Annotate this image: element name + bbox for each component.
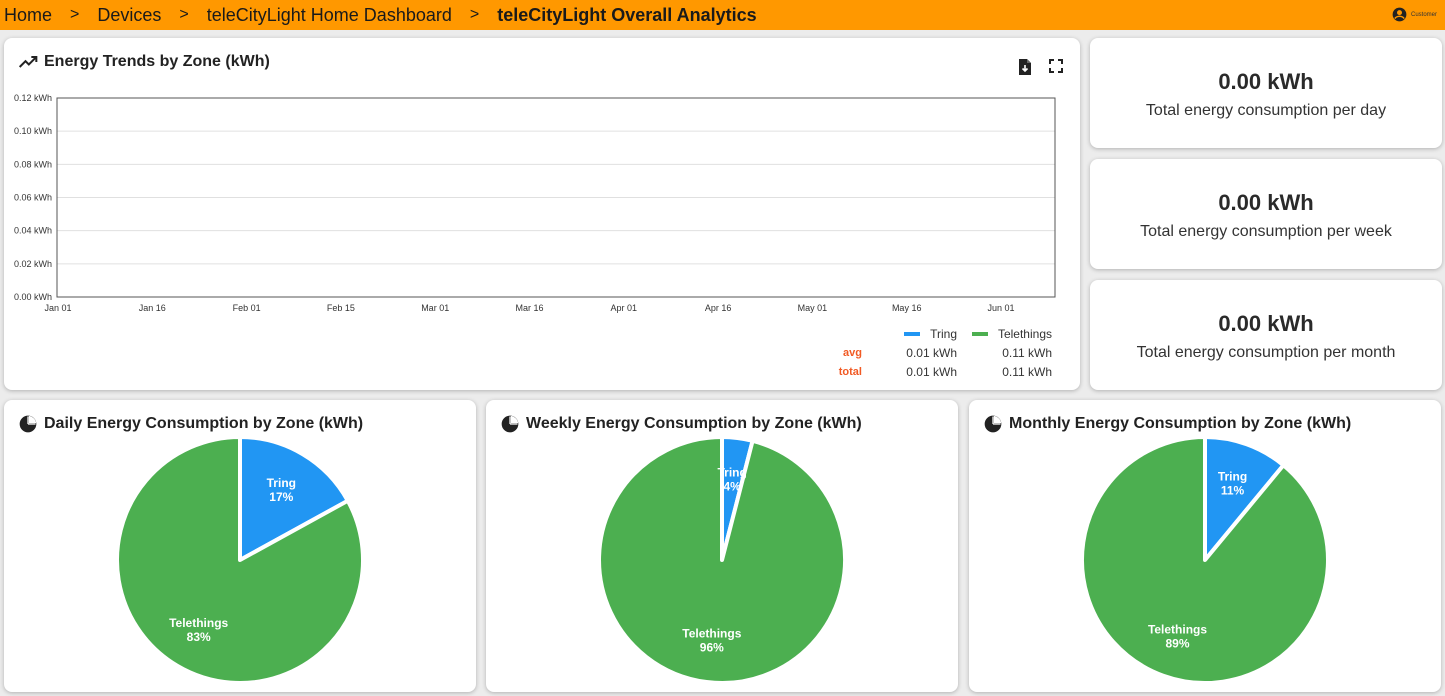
legend-item-telethings[interactable]: Telethings (957, 327, 1052, 341)
pie-label-percent: 4% (724, 479, 742, 493)
legend-item-tring[interactable]: Tring (862, 327, 957, 341)
y-tick-label: 0.04 kWh (14, 226, 52, 236)
legend-label-telethings: Telethings (997, 326, 1052, 341)
user-menu[interactable]: Customer (1392, 7, 1437, 22)
x-tick-label: Mar 01 (421, 303, 449, 313)
chart-legend: Tring Telethings avg 0.01 kWh 0.11 kWh t… (822, 324, 1052, 381)
x-tick-label: Jan 16 (139, 303, 166, 313)
pie-label-percent: 89% (1165, 636, 1189, 650)
pie-label-name: Telethings (169, 616, 228, 630)
stat-label-month: Total energy consumption per month (1136, 344, 1396, 361)
weekly-pie-chart: Tring4% Telethings96% (597, 434, 847, 685)
weekly-pie-card: Weekly Energy Consumption by Zone (kWh) … (486, 400, 958, 692)
x-tick-label: Jan 01 (44, 303, 71, 313)
stat-card-day: 0.00 kWh Total energy consumption per da… (1090, 38, 1442, 148)
pie-label-name: Telethings (682, 627, 741, 641)
legend-key-total: total (838, 365, 862, 378)
pie-label-percent: 83% (187, 630, 211, 644)
stat-value-day: 0.00 kWh (1218, 69, 1314, 94)
monthly-pie-chart: Tring11% Telethings89% (1079, 435, 1330, 685)
breadcrumb-devices[interactable]: Devices (93, 5, 161, 26)
daily-pie-chart: Tring17% Telethings83% (115, 435, 365, 685)
legend-total-row: total 0.01 kWh 0.11 kWh (822, 362, 1052, 381)
stat-value-month: 0.00 kWh (1218, 311, 1314, 336)
legend-swatch-tring (904, 332, 921, 337)
x-tick-label: Apr 16 (705, 303, 732, 313)
breadcrumb: Home > Devices > teleCityLight Home Dash… (0, 5, 757, 26)
legend-avg-tring: 0.01 kWh (906, 345, 957, 360)
breadcrumb-separator: > (179, 6, 189, 23)
pie-label-percent: 96% (700, 641, 724, 655)
y-tick-label: 0.08 kWh (14, 159, 52, 169)
breadcrumb-separator: > (469, 6, 480, 23)
y-tick-label: 0.12 kWh (14, 93, 52, 103)
x-tick-label: Feb 15 (327, 303, 355, 313)
breadcrumb-current: teleCityLight Overall Analytics (497, 4, 757, 25)
x-tick-label: May 01 (798, 303, 828, 313)
legend-key-avg: avg (843, 346, 862, 359)
x-tick-label: Jun 01 (987, 303, 1014, 313)
pie-label-name: Tring (1218, 470, 1247, 484)
legend-swatch-telethings (971, 332, 988, 337)
legend-avg-telethings: 0.11 kWh (1002, 345, 1052, 360)
daily-pie-card: Daily Energy Consumption by Zone (kWh) T… (4, 400, 476, 692)
legend-label-tring: Tring (930, 326, 957, 341)
breadcrumb-home[interactable]: Home (0, 5, 52, 26)
pie-label-percent: 11% (1221, 484, 1245, 498)
user-label: Customer (1410, 11, 1437, 18)
x-tick-label: Feb 01 (233, 303, 261, 313)
legend-header-row: Tring Telethings (822, 324, 1052, 343)
energy-trends-card: Energy Trends by Zone (kWh) 0.00 kWh 0.02… (4, 38, 1080, 390)
pie-label-name: Tring (718, 465, 747, 479)
y-tick-label: 0.06 kWh (14, 193, 52, 203)
pie-label-name: Tring (267, 476, 296, 490)
stat-value-week: 0.00 kWh (1218, 190, 1314, 215)
legend-total-telethings: 0.11 kWh (1002, 364, 1052, 379)
x-tick-label: Apr 01 (611, 303, 638, 313)
stat-label-day: Total energy consumption per day (1145, 102, 1387, 119)
monthly-pie-card: Monthly Energy Consumption by Zone (kWh)… (969, 400, 1441, 692)
top-bar: Home > Devices > teleCityLight Home Dash… (0, 0, 1445, 30)
breadcrumb-home-dashboard[interactable]: teleCityLight Home Dashboard (203, 5, 452, 26)
x-tick-label: May 16 (892, 303, 922, 313)
legend-avg-row: avg 0.01 kWh 0.11 kWh (822, 343, 1052, 362)
stat-label-week: Total energy consumption per week (1140, 223, 1392, 240)
pie-label-percent: 17% (269, 490, 293, 504)
y-tick-label: 0.02 kWh (14, 259, 52, 269)
energy-trends-chart: 0.00 kWh 0.02 kWh 0.04 kWh 0.06 kWh 0.08 kWh… (14, 93, 1056, 313)
stat-card-month: 0.00 kWh Total energy consumption per mo… (1090, 280, 1442, 390)
legend-total-tring: 0.01 kWh (906, 364, 957, 379)
pie-slice-telethings[interactable] (1079, 435, 1330, 685)
y-tick-label: 0.10 kWh (14, 126, 52, 136)
breadcrumb-separator: > (70, 6, 80, 23)
y-tick-label: 0.00 kWh (14, 292, 52, 302)
stat-card-week: 0.00 kWh Total energy consumption per we… (1090, 159, 1442, 269)
account-icon (1392, 7, 1407, 22)
x-tick-label: Mar 16 (515, 303, 543, 313)
pie-label-name: Telethings (1148, 622, 1207, 636)
